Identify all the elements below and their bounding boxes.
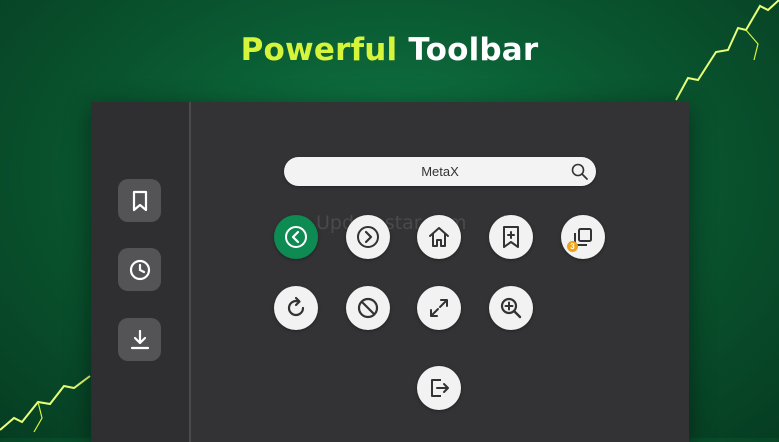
add-bookmark-icon — [503, 226, 519, 248]
tab-count-badge: 3 — [567, 241, 578, 252]
add-bookmark-button[interactable] — [489, 215, 533, 259]
sidebar-downloads-button[interactable] — [118, 318, 161, 361]
search-icon — [571, 163, 588, 180]
lightning-bolt-left — [0, 375, 91, 433]
refresh-button[interactable] — [274, 286, 318, 330]
sidebar-history-button[interactable] — [118, 248, 161, 291]
headline-accent: Powerful — [240, 32, 398, 68]
sidebar — [91, 102, 191, 442]
sidebar-bookmarks-button[interactable] — [118, 179, 161, 222]
bookmark-icon — [132, 190, 147, 211]
headline-rest: Toolbar — [397, 32, 539, 68]
block-button[interactable] — [346, 286, 390, 330]
forward-button[interactable] — [346, 215, 390, 259]
search-input[interactable]: MetaX — [284, 164, 596, 179]
browser-panel: Updatestar.com MetaX 3 — [91, 102, 689, 442]
lightning-bolt-right — [675, 0, 779, 101]
refresh-icon — [287, 296, 305, 317]
download-icon — [130, 329, 149, 349]
back-button[interactable] — [274, 215, 318, 259]
fullscreen-icon — [430, 299, 448, 317]
home-button[interactable] — [417, 215, 461, 259]
exit-button[interactable] — [417, 366, 461, 410]
block-icon — [357, 297, 379, 319]
content-area: Updatestar.com MetaX 3 — [191, 102, 689, 442]
zoom-in-button[interactable] — [489, 286, 533, 330]
back-icon — [285, 226, 307, 248]
search-button[interactable] — [570, 162, 589, 181]
fullscreen-button[interactable] — [417, 286, 461, 330]
home-icon — [429, 227, 449, 247]
forward-icon — [357, 226, 379, 248]
exit-icon — [431, 379, 449, 397]
search-bar[interactable]: MetaX — [284, 157, 596, 186]
tabs-button[interactable]: 3 — [561, 215, 605, 259]
zoom-in-icon — [500, 297, 522, 319]
history-icon — [129, 259, 150, 280]
